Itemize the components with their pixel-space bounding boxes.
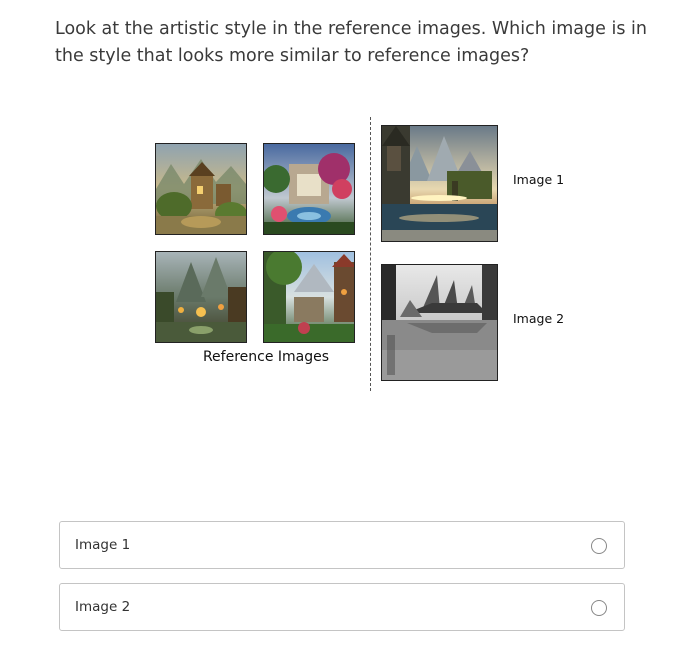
candidate-image-2-label: Image 2 [513, 311, 565, 326]
radio-button[interactable] [591, 538, 607, 554]
figure-divider [370, 117, 371, 391]
candidate-image-2 [381, 264, 498, 381]
candidate-image-1-label: Image 1 [513, 172, 565, 187]
answer-option-image-2[interactable]: Image 2 [59, 583, 625, 631]
reference-image-1 [155, 143, 247, 235]
survey-page: Look at the artistic style in the refere… [0, 0, 681, 670]
candidate-image-1 [381, 125, 498, 242]
reference-image-3 [155, 251, 247, 343]
radio-button[interactable] [591, 600, 607, 616]
answer-option-image-1[interactable]: Image 1 [59, 521, 625, 569]
answer-option-label: Image 2 [75, 599, 131, 615]
reference-image-4 [263, 251, 355, 343]
style-comparison-figure: Reference Images Image 1 Image 2 [0, 0, 681, 400]
answer-option-label: Image 1 [75, 537, 131, 553]
reference-image-2 [263, 143, 355, 235]
reference-images-caption: Reference Images [202, 349, 330, 365]
